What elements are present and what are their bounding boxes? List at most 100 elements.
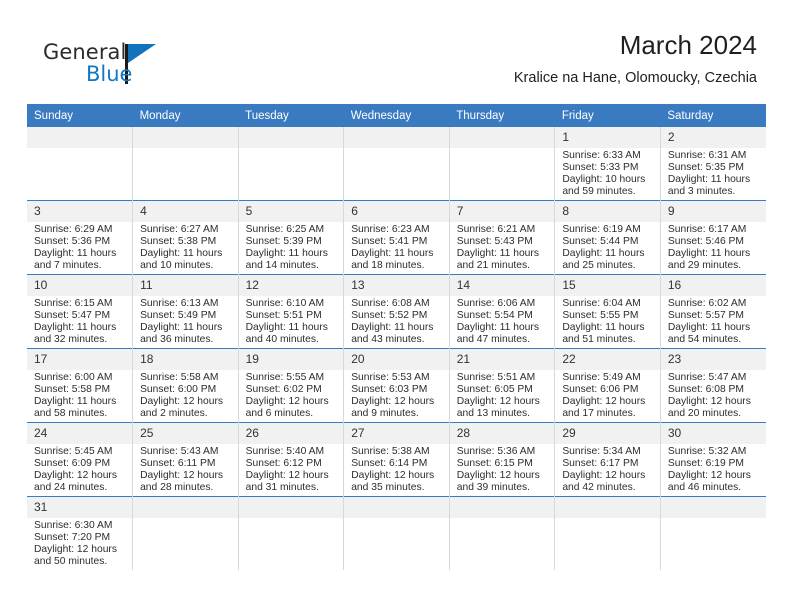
calendar-day-cell[interactable]: 3 Sunrise: 6:29 AM Sunset: 5:36 PM Dayli… (27, 200, 134, 275)
day-number: 20 (344, 349, 449, 370)
sunset-text: Sunset: 6:03 PM (351, 384, 428, 396)
sunset-text: Sunset: 6:08 PM (667, 384, 745, 396)
calendar-day-cell[interactable]: 9 Sunrise: 6:17 AM Sunset: 5:46 PM Dayli… (660, 200, 766, 275)
sunrise-text: Sunrise: 6:19 AM (562, 224, 641, 235)
day-events: Sunrise: 6:27 AM Sunset: 5:38 PM Dayligh… (133, 222, 238, 272)
sunrise-text: Sunrise: 5:32 AM (667, 446, 747, 457)
daylight-text-line1: Daylight: 11 hours (34, 248, 117, 260)
daylight-text-line2: and 18 minutes. (351, 260, 425, 272)
daylight-text-line2: and 47 minutes. (456, 334, 531, 346)
sunset-text: Sunset: 5:44 PM (562, 236, 639, 248)
daylight-text-line2: and 2 minutes. (140, 408, 208, 420)
daylight-text-line2: and 6 minutes. (245, 408, 314, 420)
daylight-text-line1: Daylight: 12 hours (351, 396, 435, 408)
calendar-day-cell[interactable]: 14 Sunrise: 6:06 AM Sunset: 5:54 PM Dayl… (449, 274, 556, 349)
day-number: 21 (449, 349, 555, 370)
day-number: 29 (555, 423, 660, 444)
weekday-header-thursday: Thursday (449, 104, 555, 127)
calendar-day-cell[interactable]: 17 Sunrise: 6:00 AM Sunset: 5:58 PM Dayl… (27, 348, 134, 423)
calendar-day-cell[interactable] (554, 496, 661, 570)
calendar-day-cell[interactable]: 23 Sunrise: 5:47 AM Sunset: 6:08 PM Dayl… (660, 348, 766, 423)
day-number: 17 (27, 349, 133, 370)
day-events (239, 148, 344, 150)
daylight-text-line2: and 43 minutes. (351, 334, 425, 346)
calendar-day-cell[interactable]: 20 Sunrise: 5:53 AM Sunset: 6:03 PM Dayl… (343, 348, 450, 423)
calendar-day-cell[interactable]: 27 Sunrise: 5:38 AM Sunset: 6:14 PM Dayl… (343, 422, 450, 497)
calendar-day-cell[interactable] (449, 496, 556, 570)
calendar-day-cell[interactable]: 21 Sunrise: 5:51 AM Sunset: 6:05 PM Dayl… (449, 348, 556, 423)
calendar-day-cell[interactable]: 12 Sunrise: 6:10 AM Sunset: 5:51 PM Dayl… (238, 274, 345, 349)
calendar-day-cell[interactable]: 10 Sunrise: 6:15 AM Sunset: 5:47 PM Dayl… (27, 274, 134, 349)
day-number: 7 (449, 201, 555, 222)
calendar-day-cell[interactable]: 29 Sunrise: 5:34 AM Sunset: 6:17 PM Dayl… (554, 422, 661, 497)
day-events: Sunrise: 5:45 AM Sunset: 6:09 PM Dayligh… (27, 444, 132, 494)
calendar-day-cell[interactable]: 24 Sunrise: 5:45 AM Sunset: 6:09 PM Dayl… (27, 422, 134, 497)
daylight-text-line1: Daylight: 12 hours (562, 396, 646, 408)
calendar-day-cell[interactable]: 22 Sunrise: 5:49 AM Sunset: 6:06 PM Dayl… (554, 348, 661, 423)
calendar-day-cell[interactable] (27, 127, 134, 201)
calendar-day-cell[interactable]: 11 Sunrise: 6:13 AM Sunset: 5:49 PM Dayl… (132, 274, 239, 349)
calendar-day-cell[interactable]: 2 Sunrise: 6:31 AM Sunset: 5:35 PM Dayli… (660, 127, 766, 201)
day-events: Sunrise: 5:36 AM Sunset: 6:15 PM Dayligh… (450, 444, 555, 494)
calendar-day-cell[interactable]: 16 Sunrise: 6:02 AM Sunset: 5:57 PM Dayl… (660, 274, 766, 349)
daylight-text-line1: Daylight: 11 hours (140, 322, 223, 334)
day-number: 1 (555, 127, 660, 148)
calendar-day-cell[interactable]: 18 Sunrise: 5:58 AM Sunset: 6:00 PM Dayl… (132, 348, 239, 423)
calendar-day-cell[interactable]: 25 Sunrise: 5:43 AM Sunset: 6:11 PM Dayl… (132, 422, 239, 497)
day-number (238, 127, 344, 148)
day-number: 10 (27, 275, 133, 296)
calendar-day-cell[interactable] (238, 496, 345, 570)
day-events: Sunrise: 6:02 AM Sunset: 5:57 PM Dayligh… (661, 296, 766, 346)
day-events: Sunrise: 6:08 AM Sunset: 5:52 PM Dayligh… (344, 296, 449, 346)
day-events: Sunrise: 5:43 AM Sunset: 6:11 PM Dayligh… (133, 444, 238, 494)
sunrise-text: Sunrise: 6:25 AM (245, 224, 325, 235)
calendar-day-cell[interactable]: 30 Sunrise: 5:32 AM Sunset: 6:19 PM Dayl… (660, 422, 766, 497)
calendar-day-cell[interactable]: 31 Sunrise: 6:30 AM Sunset: 7:20 PM Dayl… (27, 496, 134, 570)
day-number: 23 (660, 349, 766, 370)
day-number: 25 (133, 423, 238, 444)
calendar-day-cell[interactable] (132, 127, 239, 201)
calendar-day-cell[interactable]: 6 Sunrise: 6:23 AM Sunset: 5:41 PM Dayli… (343, 200, 450, 275)
day-events: Sunrise: 6:06 AM Sunset: 5:54 PM Dayligh… (450, 296, 555, 346)
calendar-day-cell[interactable]: 28 Sunrise: 5:36 AM Sunset: 6:15 PM Dayl… (449, 422, 556, 497)
day-number: 2 (660, 127, 766, 148)
day-events: Sunrise: 6:23 AM Sunset: 5:41 PM Dayligh… (344, 222, 449, 272)
weekday-header-saturday: Saturday (660, 104, 766, 127)
day-number: 15 (555, 275, 660, 296)
calendar-day-cell[interactable]: 26 Sunrise: 5:40 AM Sunset: 6:12 PM Dayl… (238, 422, 345, 497)
daylight-text-line2: and 39 minutes. (456, 482, 531, 494)
daylight-text-line2: and 51 minutes. (562, 334, 636, 346)
calendar-day-cell[interactable]: 7 Sunrise: 6:21 AM Sunset: 5:43 PM Dayli… (449, 200, 556, 275)
calendar-day-cell[interactable] (343, 127, 450, 201)
day-number (555, 497, 660, 518)
calendar-day-cell[interactable] (238, 127, 345, 201)
daylight-text-line1: Daylight: 12 hours (456, 470, 540, 482)
day-events: Sunrise: 6:25 AM Sunset: 5:39 PM Dayligh… (239, 222, 344, 272)
day-number: 3 (27, 201, 133, 222)
daylight-text-line2: and 40 minutes. (245, 334, 319, 346)
day-number: 13 (344, 275, 449, 296)
calendar-day-cell[interactable]: 13 Sunrise: 6:08 AM Sunset: 5:52 PM Dayl… (343, 274, 450, 349)
calendar-day-cell[interactable] (132, 496, 239, 570)
calendar-day-cell[interactable] (343, 496, 450, 570)
calendar-day-cell[interactable] (660, 496, 766, 570)
day-events: Sunrise: 5:55 AM Sunset: 6:02 PM Dayligh… (239, 370, 344, 420)
day-number: 28 (449, 423, 555, 444)
daylight-text-line1: Daylight: 11 hours (245, 322, 328, 334)
sunset-text: Sunset: 5:55 PM (562, 310, 639, 322)
day-number (660, 497, 766, 518)
calendar-day-cell[interactable]: 19 Sunrise: 5:55 AM Sunset: 6:02 PM Dayl… (238, 348, 345, 423)
calendar-day-cell[interactable]: 4 Sunrise: 6:27 AM Sunset: 5:38 PM Dayli… (132, 200, 239, 275)
title-block: March 2024 Kralice na Hane, Olomoucky, C… (514, 28, 757, 89)
daylight-text-line1: Daylight: 11 hours (667, 174, 751, 186)
daylight-text-line1: Daylight: 11 hours (562, 322, 645, 334)
daylight-text-line1: Daylight: 11 hours (562, 248, 645, 260)
calendar-day-cell[interactable] (449, 127, 556, 201)
brand-logo[interactable]: General Blue (43, 40, 173, 90)
calendar-day-cell[interactable]: 1 Sunrise: 6:33 AM Sunset: 5:33 PM Dayli… (554, 127, 661, 201)
calendar-day-cell[interactable]: 15 Sunrise: 6:04 AM Sunset: 5:55 PM Dayl… (554, 274, 661, 349)
daylight-text-line1: Daylight: 11 hours (34, 396, 117, 408)
page-subtitle: Kralice na Hane, Olomoucky, Czechia (513, 70, 757, 86)
calendar-day-cell[interactable]: 8 Sunrise: 6:19 AM Sunset: 5:44 PM Dayli… (554, 200, 661, 275)
calendar-day-cell[interactable]: 5 Sunrise: 6:25 AM Sunset: 5:39 PM Dayli… (238, 200, 345, 275)
